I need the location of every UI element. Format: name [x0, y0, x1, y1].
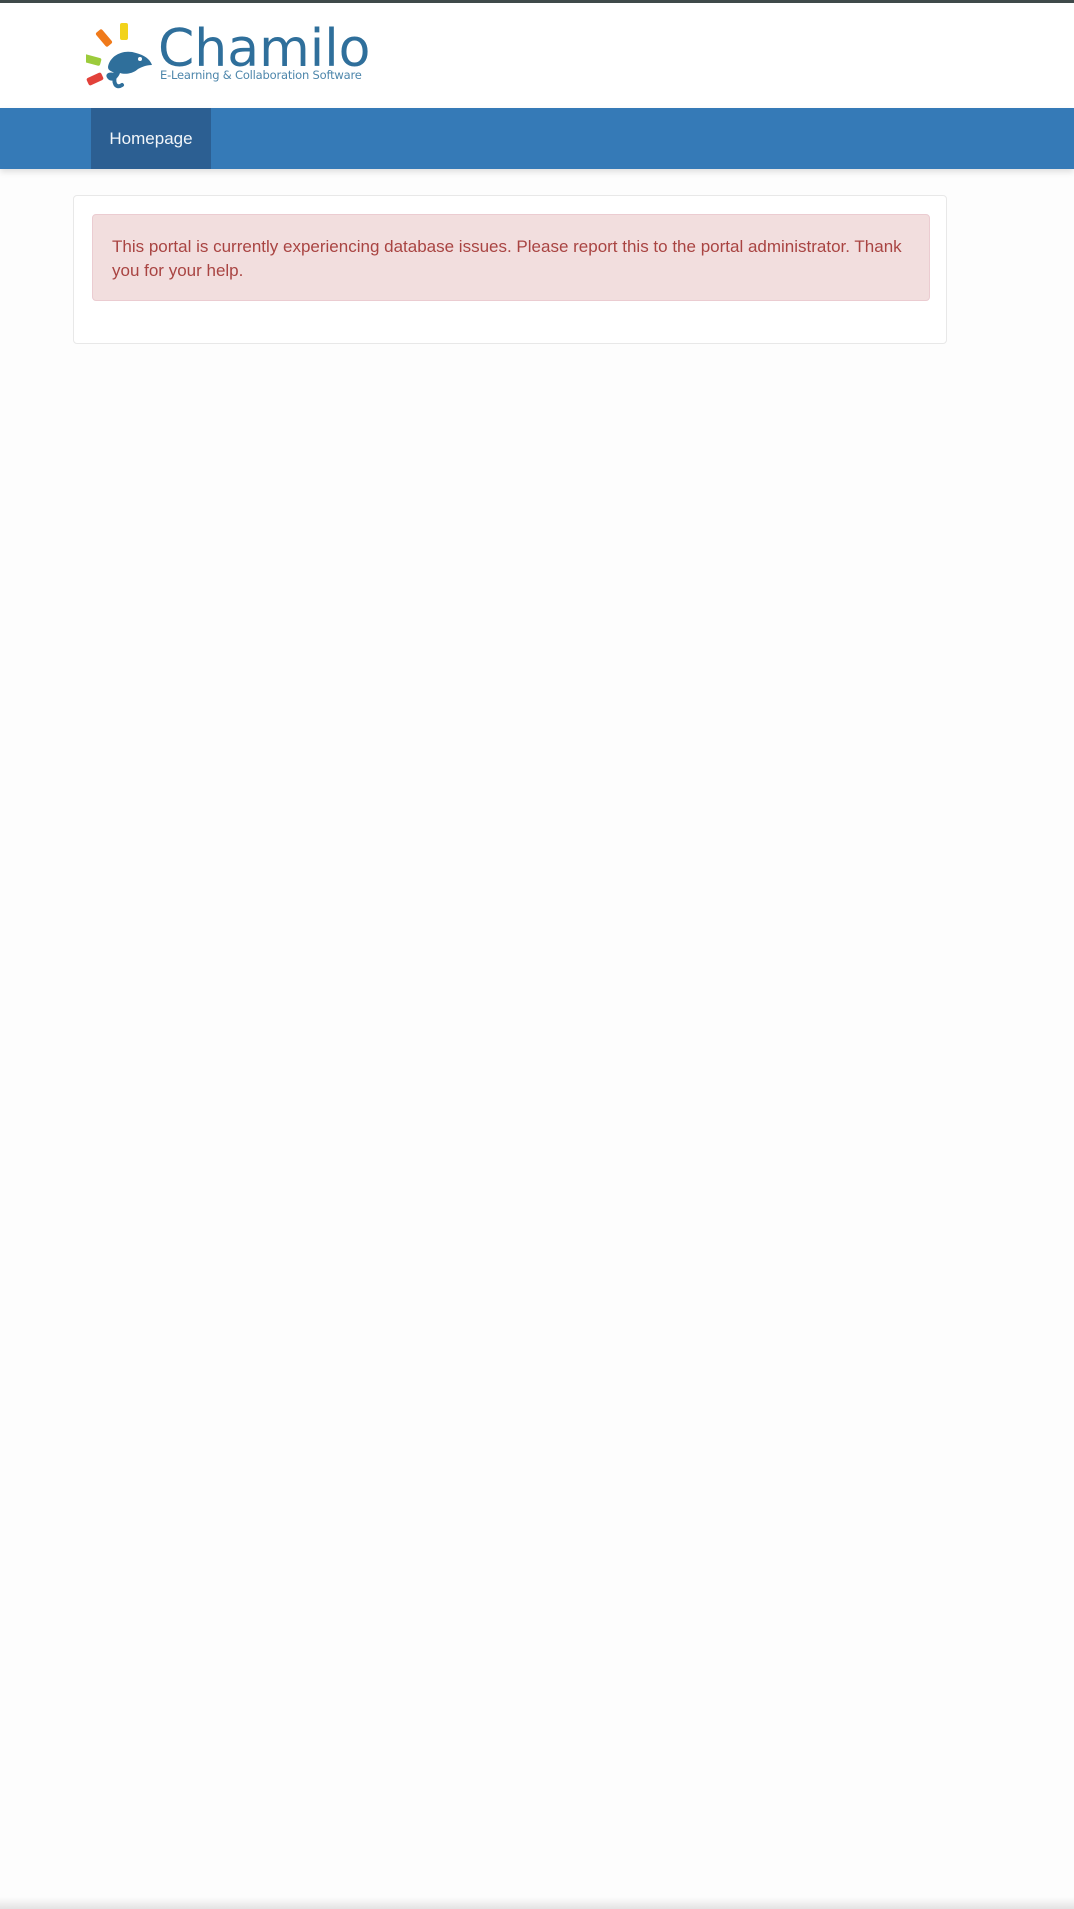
- site-header: Chamilo E-Learning & Collaboration Softw…: [0, 3, 1074, 108]
- page: Chamilo E-Learning & Collaboration Softw…: [0, 0, 1074, 1909]
- chameleon-sun-icon: [86, 23, 152, 89]
- nav-item-homepage[interactable]: Homepage: [91, 108, 211, 169]
- site-logo[interactable]: Chamilo E-Learning & Collaboration Softw…: [86, 21, 371, 91]
- error-alert: This portal is currently experiencing da…: [92, 214, 930, 301]
- main-navbar: Homepage: [0, 108, 1074, 169]
- logo-tagline: E-Learning & Collaboration Software: [160, 68, 362, 82]
- content-panel: This portal is currently experiencing da…: [73, 195, 947, 344]
- bottom-shadow: [0, 1897, 1074, 1909]
